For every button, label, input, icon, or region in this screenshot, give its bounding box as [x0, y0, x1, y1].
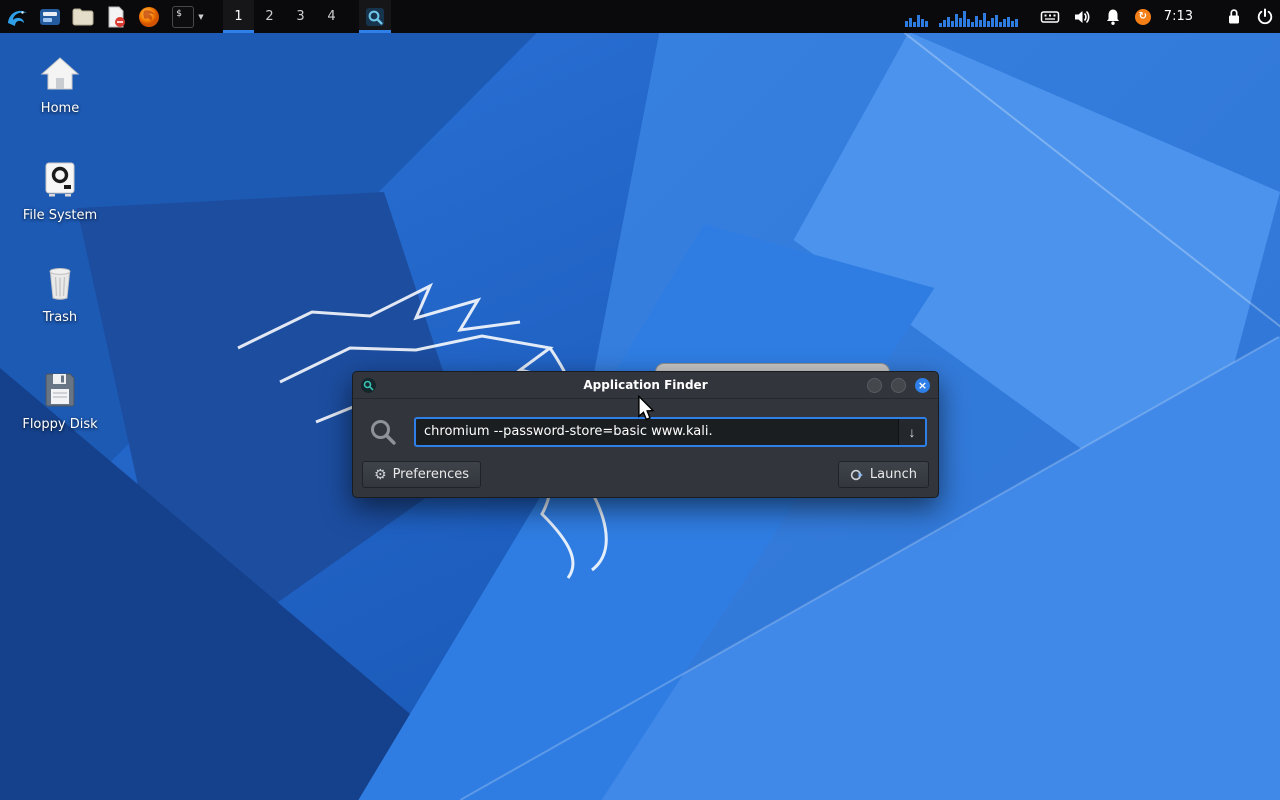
mouse-cursor: [637, 395, 655, 422]
workspace-4[interactable]: 4: [316, 0, 347, 33]
desktop-icon-label: Floppy Disk: [22, 417, 97, 432]
terminal-dropdown-icon[interactable]: ▼: [198, 13, 203, 21]
volume-icon[interactable]: [1073, 8, 1091, 26]
file-system-icon: [39, 161, 81, 199]
updates-icon[interactable]: ↻: [1135, 9, 1151, 25]
terminal-icon[interactable]: $ ▼: [165, 0, 211, 33]
trash-icon: [40, 265, 80, 301]
terminal-prompt-glyph: $: [176, 9, 182, 19]
launch-button[interactable]: Launch: [838, 461, 929, 488]
lock-icon[interactable]: [1225, 7, 1243, 26]
workspace-switcher: 1 2 3 4: [223, 0, 347, 33]
application-finder-window: Application Finder × ↓ ⚙ Preferences: [352, 371, 939, 498]
home-icon: [39, 56, 81, 92]
command-input[interactable]: [416, 419, 898, 445]
gear-icon: ⚙: [374, 468, 387, 482]
app-finder-icon: [365, 7, 385, 27]
text-editor-icon[interactable]: [99, 0, 132, 33]
kali-menu-icon[interactable]: [0, 0, 33, 33]
cpu-graph-icon[interactable]: [905, 5, 1027, 29]
floppy-disk-icon: [40, 372, 80, 408]
preferences-button[interactable]: ⚙ Preferences: [362, 461, 481, 488]
minimize-button[interactable]: [867, 378, 882, 393]
taskbar-application-finder[interactable]: [359, 0, 391, 33]
preferences-button-label: Preferences: [393, 467, 469, 482]
combo-dropdown-button[interactable]: ↓: [898, 419, 925, 445]
close-icon: ×: [918, 380, 927, 391]
desktop-icon-floppy-disk[interactable]: Floppy Disk: [12, 372, 108, 432]
search-icon: [369, 418, 397, 446]
folder-icon[interactable]: [66, 0, 99, 33]
firefox-icon[interactable]: [132, 0, 165, 33]
workspace-1[interactable]: 1: [223, 0, 254, 33]
launch-icon: [850, 468, 864, 482]
power-icon[interactable]: [1256, 7, 1274, 26]
desktop-icon-trash[interactable]: Trash: [12, 265, 108, 325]
keyboard-icon[interactable]: [1040, 8, 1060, 26]
window-title: Application Finder: [353, 378, 938, 392]
desktop-icon-label: File System: [23, 208, 97, 223]
combo-arrow-icon: ↓: [909, 424, 916, 440]
notifications-bell-icon[interactable]: [1104, 8, 1122, 26]
desktop-icon-file-system[interactable]: File System: [12, 161, 108, 223]
workspace-2[interactable]: 2: [254, 0, 285, 33]
desktop-icon-home[interactable]: Home: [12, 56, 108, 116]
desktop-icon-label: Trash: [43, 310, 77, 325]
command-combo: ↓: [414, 417, 927, 447]
maximize-button[interactable]: [891, 378, 906, 393]
file-manager-icon[interactable]: [33, 0, 66, 33]
top-panel: $ ▼ 1 2 3 4: [0, 0, 1280, 33]
launch-button-label: Launch: [870, 467, 917, 482]
clock[interactable]: 7:13: [1164, 9, 1193, 24]
desktop: $ ▼ 1 2 3 4: [0, 0, 1280, 800]
workspace-3[interactable]: 3: [285, 0, 316, 33]
close-button[interactable]: ×: [915, 378, 930, 393]
desktop-icon-label: Home: [41, 101, 79, 116]
